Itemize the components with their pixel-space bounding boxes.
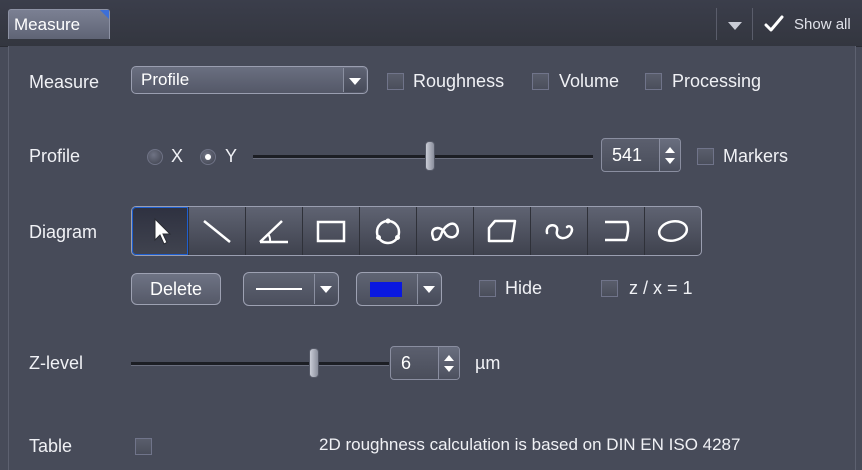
processing-checkbox[interactable] bbox=[645, 73, 662, 90]
open-shape-tool-button[interactable] bbox=[588, 207, 645, 255]
hide-label: Hide bbox=[505, 278, 543, 298]
color-swatch bbox=[370, 282, 402, 297]
stepper-up-icon[interactable] bbox=[665, 147, 675, 153]
hide-checkbox[interactable] bbox=[479, 280, 496, 297]
profile-position-stepper[interactable]: 541 bbox=[601, 138, 681, 172]
tab-corner-marker bbox=[100, 10, 109, 19]
tab-measure-label: Measure bbox=[14, 15, 81, 34]
curve-loop-tool-icon bbox=[430, 222, 460, 241]
table-checkbox[interactable] bbox=[135, 438, 152, 455]
delete-button[interactable]: Delete bbox=[131, 273, 221, 305]
tab-measure[interactable]: Measure bbox=[8, 9, 110, 39]
processing-label: Processing bbox=[672, 71, 762, 91]
volume-label: Volume bbox=[559, 71, 620, 91]
line-style-picker[interactable] bbox=[243, 272, 339, 306]
polygon-tool-icon bbox=[487, 219, 517, 243]
table-label: Table bbox=[29, 436, 73, 456]
chevron-down-icon bbox=[423, 286, 435, 293]
rectangle-tool-button[interactable] bbox=[303, 207, 360, 255]
color-picker[interactable] bbox=[356, 272, 442, 306]
stepper-down-icon[interactable] bbox=[444, 366, 454, 372]
volume-checkbox[interactable] bbox=[532, 73, 549, 90]
measure-panel: Measure Profile Roughness Volume Process… bbox=[8, 46, 856, 470]
profile-x-radio[interactable] bbox=[147, 149, 163, 165]
dropdown-button[interactable] bbox=[343, 68, 366, 92]
dropdown-button[interactable] bbox=[417, 274, 440, 304]
z-level-stepper[interactable]: 6 bbox=[390, 346, 460, 380]
dropdown-button[interactable] bbox=[314, 274, 337, 304]
chevron-down-icon bbox=[320, 286, 332, 293]
stepper-down-icon[interactable] bbox=[665, 158, 675, 164]
polygon-tool-button[interactable] bbox=[474, 207, 531, 255]
aspect-ratio-checkbox[interactable] bbox=[601, 280, 618, 297]
profile-position-value: 541 bbox=[612, 145, 643, 165]
header-divider bbox=[752, 8, 753, 40]
circle-rotate-tool-icon bbox=[375, 218, 401, 245]
profile-slider-track[interactable] bbox=[253, 155, 593, 159]
rectangle-tool-icon bbox=[316, 220, 346, 243]
z-level-value: 6 bbox=[401, 353, 412, 373]
line-style-preview bbox=[256, 288, 302, 290]
roughness-standard-note: 2D roughness calculation is based on DIN… bbox=[319, 435, 741, 454]
roughness-label: Roughness bbox=[413, 71, 505, 91]
spline-tool-icon bbox=[545, 224, 574, 240]
curve-loop-tool-button[interactable] bbox=[417, 207, 474, 255]
angle-tool-icon bbox=[259, 220, 288, 244]
diagram-label: Diagram bbox=[29, 222, 98, 242]
checkmark-icon[interactable] bbox=[764, 14, 784, 34]
header-divider bbox=[716, 8, 717, 40]
show-all-toggle[interactable]: Show all bbox=[794, 16, 851, 33]
stepper-buttons[interactable] bbox=[659, 139, 680, 171]
spline-tool-button[interactable] bbox=[531, 207, 588, 255]
chevron-down-icon bbox=[349, 78, 361, 85]
z-level-slider-handle[interactable] bbox=[309, 348, 320, 378]
z-level-slider-track[interactable] bbox=[131, 362, 389, 366]
measure-mode-value: Profile bbox=[141, 70, 190, 89]
aspect-ratio-label: z / x = 1 bbox=[629, 278, 693, 298]
stepper-buttons[interactable] bbox=[438, 347, 459, 379]
circle-tool-button[interactable] bbox=[360, 207, 417, 255]
profile-y-label: Y bbox=[225, 146, 238, 166]
angle-tool-button[interactable] bbox=[246, 207, 303, 255]
profile-label: Profile bbox=[29, 146, 81, 166]
pointer-tool-button[interactable] bbox=[132, 207, 189, 255]
line-tool-button[interactable] bbox=[189, 207, 246, 255]
collapse-arrow-icon[interactable] bbox=[728, 22, 742, 30]
ellipse-tool-icon bbox=[657, 220, 689, 242]
profile-x-label: X bbox=[171, 146, 184, 166]
ellipse-tool-button[interactable] bbox=[645, 207, 701, 255]
measure-mode-dropdown[interactable]: Profile bbox=[131, 66, 368, 94]
roughness-checkbox[interactable] bbox=[387, 73, 404, 90]
z-level-label: Z-level bbox=[29, 353, 84, 373]
profile-slider-handle[interactable] bbox=[424, 141, 435, 171]
measure-label: Measure bbox=[29, 72, 100, 92]
panel-header: Measure Show all bbox=[0, 0, 862, 47]
line-tool-icon bbox=[203, 220, 231, 243]
z-level-unit: µm bbox=[475, 353, 501, 373]
markers-label: Markers bbox=[723, 146, 789, 166]
pointer-arrow-icon bbox=[154, 217, 172, 245]
diagram-tools-toolbar bbox=[131, 206, 702, 256]
stepper-up-icon[interactable] bbox=[444, 355, 454, 361]
markers-checkbox[interactable] bbox=[697, 148, 714, 165]
open-shape-tool-icon bbox=[605, 220, 630, 242]
profile-y-radio[interactable] bbox=[200, 149, 216, 165]
